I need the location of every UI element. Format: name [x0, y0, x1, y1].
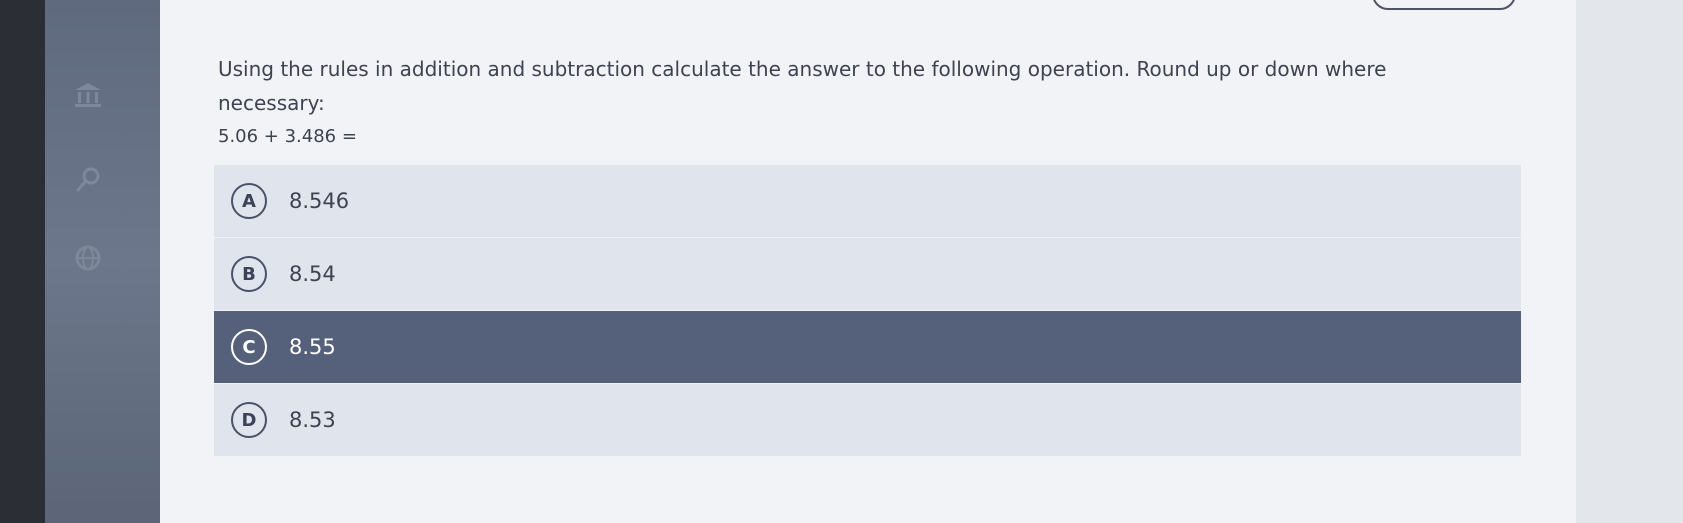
option-letter: D	[231, 402, 267, 438]
search-icon[interactable]	[68, 160, 108, 200]
option-letter: A	[231, 183, 267, 219]
option-a[interactable]: A 8.546	[214, 165, 1521, 237]
question-text: Using the rules in addition and subtract…	[218, 57, 1387, 115]
globe-icon[interactable]	[68, 238, 108, 278]
left-edge	[0, 0, 45, 523]
top-button[interactable]	[1372, 0, 1516, 10]
question-equation: 5.06 + 3.486 =	[218, 126, 357, 147]
option-value: 8.54	[289, 262, 336, 286]
option-value: 8.55	[289, 335, 336, 359]
option-letter: B	[231, 256, 267, 292]
right-margin	[1576, 0, 1683, 523]
option-c[interactable]: C 8.55	[214, 311, 1521, 383]
bank-icon[interactable]	[68, 75, 108, 115]
option-value: 8.53	[289, 408, 336, 432]
option-letter: C	[231, 329, 267, 365]
option-d[interactable]: D 8.53	[214, 384, 1521, 456]
option-value: 8.546	[289, 189, 350, 213]
option-b[interactable]: B 8.54	[214, 238, 1521, 310]
